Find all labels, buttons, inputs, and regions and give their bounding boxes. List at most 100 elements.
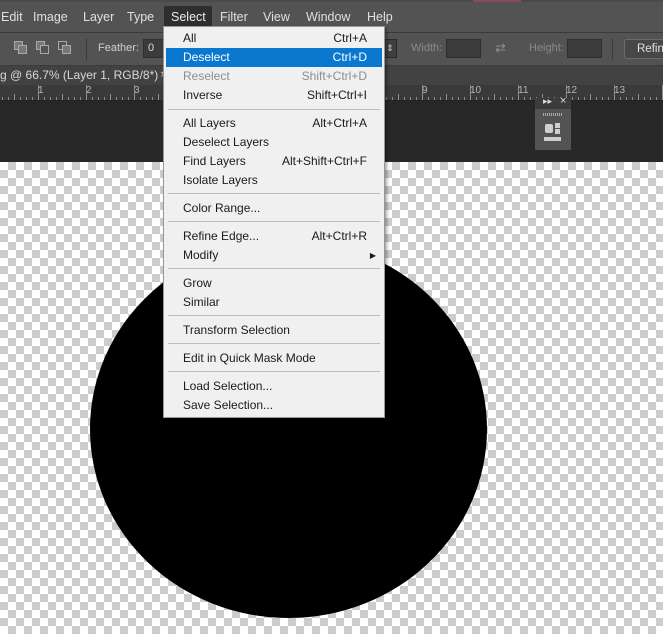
ruler-tick <box>410 97 411 100</box>
style-spinner[interactable]: ⇕ <box>383 39 397 58</box>
ruler-tick <box>404 97 405 100</box>
menu-item-transform-selection[interactable]: Transform Selection <box>166 321 382 340</box>
menu-item-inverse[interactable]: Inverse Shift+Ctrl+I <box>166 86 382 105</box>
ruler-tick <box>392 97 393 100</box>
ruler-tick <box>590 94 591 100</box>
ruler-tick <box>506 97 507 100</box>
submenu-arrow-icon: ▶ <box>369 251 376 260</box>
ruler-tick <box>92 97 93 100</box>
ruler-tick <box>158 94 159 100</box>
close-panel-icon[interactable]: × <box>560 95 566 107</box>
ruler-tick <box>20 97 21 100</box>
height-input[interactable] <box>567 39 602 58</box>
menu-item-isolate-layers[interactable]: Isolate Layers <box>166 171 382 190</box>
menu-item-deselect[interactable]: Deselect Ctrl+D <box>166 48 382 67</box>
menu-item-all-layers[interactable]: All Layers Alt+Ctrl+A <box>166 114 382 133</box>
menu-window[interactable]: Window <box>300 6 356 28</box>
ruler-tick <box>644 97 645 100</box>
document-tab[interactable]: g @ 66.7% (Layer 1, RGB/8*) * <box>0 66 166 85</box>
ruler-tick <box>122 97 123 100</box>
panel-header[interactable]: ▸▸ × <box>535 95 571 109</box>
ruler-tick <box>434 97 435 100</box>
ruler-tick <box>500 97 501 100</box>
ruler-tick <box>422 85 423 100</box>
menu-item-deselect-layers[interactable]: Deselect Layers <box>166 133 382 152</box>
ruler-tick <box>86 85 87 100</box>
menu-item-modify[interactable]: Modify ▶ <box>166 246 382 265</box>
menu-separator <box>168 221 380 222</box>
ruler-tick <box>524 97 525 100</box>
menu-help[interactable]: Help <box>361 6 399 28</box>
3d-cube-icon[interactable] <box>545 124 553 133</box>
menu-item-similar[interactable]: Similar <box>166 293 382 312</box>
menu-item-find-layers[interactable]: Find Layers Alt+Shift+Ctrl+F <box>166 152 382 171</box>
ruler-tick <box>440 97 441 100</box>
ruler-tick <box>116 97 117 100</box>
ruler-tick <box>446 94 447 100</box>
width-input[interactable] <box>446 39 481 58</box>
ruler-tick <box>596 97 597 100</box>
ruler-tick <box>602 97 603 100</box>
menu-item-quick-mask[interactable]: Edit in Quick Mask Mode <box>166 349 382 368</box>
menu-separator <box>168 371 380 372</box>
ruler-tick <box>458 97 459 100</box>
ruler-tick <box>50 97 51 100</box>
ruler-tick <box>614 85 615 100</box>
ruler-tick <box>26 97 27 100</box>
panel-grip-icon[interactable] <box>543 113 562 116</box>
ruler-tick <box>656 97 657 100</box>
ruler-tick <box>416 97 417 100</box>
ruler-tick <box>146 97 147 100</box>
menu-layer[interactable]: Layer <box>77 6 120 28</box>
subtract-from-selection-icon[interactable] <box>36 41 50 55</box>
width-label: Width: <box>411 42 443 54</box>
menu-item-refine-edge[interactable]: Refine Edge... Alt+Ctrl+R <box>166 227 382 246</box>
menu-separator <box>168 268 380 269</box>
swap-arrows-icon[interactable]: ⇄ <box>495 41 513 55</box>
ruler-tick <box>626 97 627 100</box>
ruler-tick <box>14 94 15 100</box>
ruler-tick <box>62 94 63 100</box>
menu-filter[interactable]: Filter <box>214 6 254 28</box>
intersect-with-selection-icon[interactable] <box>58 41 72 55</box>
menu-separator <box>168 315 380 316</box>
menu-item-load-selection[interactable]: Load Selection... <box>166 377 382 396</box>
menu-item-grow[interactable]: Grow <box>166 274 382 293</box>
ruler-tick <box>494 94 495 100</box>
menu-item-reselect: Reselect Shift+Ctrl+D <box>183 69 367 83</box>
menu-separator <box>168 193 380 194</box>
ruler-tick <box>452 97 453 100</box>
ruler-label: 11 <box>518 85 529 96</box>
height-label: Height: <box>529 42 564 54</box>
menu-edit[interactable]: Edit <box>0 6 29 28</box>
ruler-tick <box>632 97 633 100</box>
ruler-label: 12 <box>566 85 578 96</box>
floating-panel[interactable]: ▸▸ × <box>535 95 571 150</box>
menu-item-color-range[interactable]: Color Range... <box>166 199 382 218</box>
menu-image[interactable]: Image <box>27 6 74 28</box>
ruler-tick <box>572 97 573 100</box>
ruler-tick <box>620 97 621 100</box>
refine-edge-button[interactable]: Refine <box>624 39 663 59</box>
ruler-tick <box>608 97 609 100</box>
menu-item-all[interactable]: All Ctrl+A <box>166 29 382 48</box>
ruler-tick <box>578 97 579 100</box>
menu-item-save-selection[interactable]: Save Selection... <box>166 396 382 415</box>
panel-dropdown-icon[interactable] <box>544 137 561 141</box>
ruler-tick <box>2 97 3 100</box>
ruler-label: 10 <box>470 85 482 96</box>
panel-option-icon <box>555 123 560 128</box>
ruler-tick <box>80 97 81 100</box>
ruler-tick <box>428 97 429 100</box>
ruler-tick <box>650 97 651 100</box>
menu-separator <box>168 343 380 344</box>
panel-option-icon <box>555 129 560 134</box>
ruler-tick <box>482 97 483 100</box>
ruler-tick <box>68 97 69 100</box>
menu-view[interactable]: View <box>257 6 296 28</box>
add-to-selection-icon[interactable] <box>14 41 28 55</box>
ruler-tick <box>518 85 519 100</box>
ruler-tick <box>32 97 33 100</box>
menu-type[interactable]: Type <box>121 6 160 28</box>
expand-panel-icon[interactable]: ▸▸ <box>543 96 552 107</box>
